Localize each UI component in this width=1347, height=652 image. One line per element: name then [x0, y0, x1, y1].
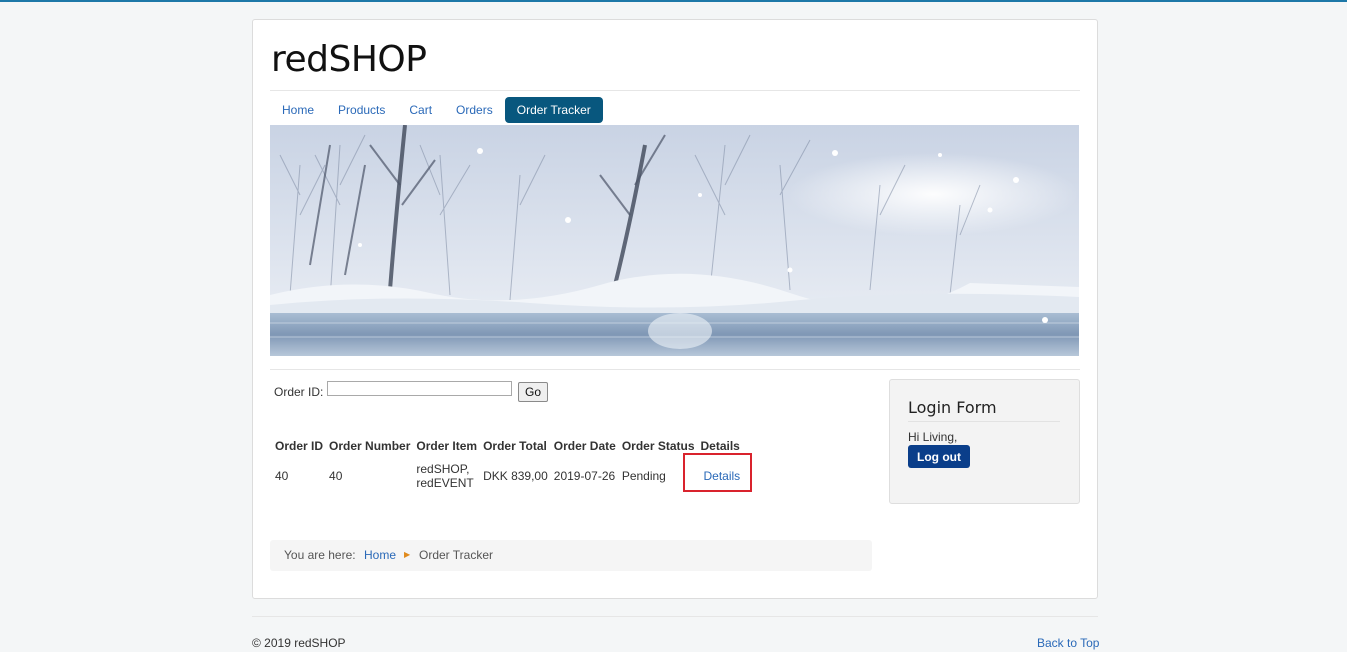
- top-accent-line: [0, 0, 1347, 2]
- col-order-item: Order Item: [416, 439, 478, 453]
- login-greeting: Hi Living,: [908, 430, 958, 444]
- winter-banner-image: [270, 125, 1079, 356]
- table-row: 40 40 redSHOP, redEVENT DKK 839,00 2019-…: [272, 458, 743, 494]
- cell-order-number: 40: [329, 469, 343, 483]
- go-button[interactable]: Go: [518, 382, 548, 402]
- nav-item-home[interactable]: Home: [270, 97, 326, 123]
- footer-divider: [252, 616, 1098, 617]
- col-order-date: Order Date: [553, 439, 616, 453]
- order-item-line2: redEVENT: [416, 476, 474, 490]
- breadcrumb-prefix: You are here:: [284, 548, 356, 562]
- order-item-line1: redSHOP,: [416, 462, 470, 476]
- content-divider: [270, 369, 1080, 370]
- col-order-number: Order Number: [329, 439, 411, 453]
- login-form-title: Login Form: [908, 398, 1060, 422]
- header-divider: [270, 90, 1080, 91]
- cell-order-date: 2019-07-26: [553, 469, 616, 483]
- login-form-module: Login Form Hi Living, Log out: [889, 379, 1080, 504]
- logout-button[interactable]: Log out: [908, 445, 970, 468]
- back-to-top-link[interactable]: Back to Top: [1037, 636, 1099, 650]
- nav-item-order-tracker[interactable]: Order Tracker: [504, 97, 603, 123]
- cell-order-item: redSHOP, redEVENT: [413, 458, 480, 494]
- cell-order-total: DKK 839,00: [483, 469, 548, 483]
- breadcrumb-home-link[interactable]: Home: [364, 540, 396, 570]
- details-highlight-box: [683, 453, 752, 492]
- col-order-id: Order ID: [275, 439, 324, 453]
- cell-order-id: 40: [275, 469, 289, 483]
- page-container: redSHOP Home Products Cart Orders Order …: [252, 19, 1098, 599]
- breadcrumb-current: Order Tracker: [419, 548, 494, 562]
- nav-item-cart[interactable]: Cart: [397, 97, 444, 123]
- order-id-input[interactable]: [327, 381, 512, 396]
- nav-item-products[interactable]: Products: [326, 97, 397, 123]
- site-brand[interactable]: redSHOP: [271, 39, 427, 80]
- breadcrumb-separator-icon: ▶: [404, 550, 411, 559]
- breadcrumb: You are here: Home ▶ Order Tracker: [270, 540, 872, 571]
- main-nav: Home Products Cart Orders Order Tracker: [270, 97, 603, 123]
- table-header-row: Order ID Order Number Order Item Order T…: [272, 434, 743, 458]
- nav-item-orders[interactable]: Orders: [444, 97, 505, 123]
- orders-table: Order ID Order Number Order Item Order T…: [272, 434, 743, 494]
- col-order-total: Order Total: [483, 439, 547, 453]
- footer-copyright: © 2019 redSHOP: [252, 636, 346, 650]
- order-id-label: Order ID:: [274, 385, 324, 399]
